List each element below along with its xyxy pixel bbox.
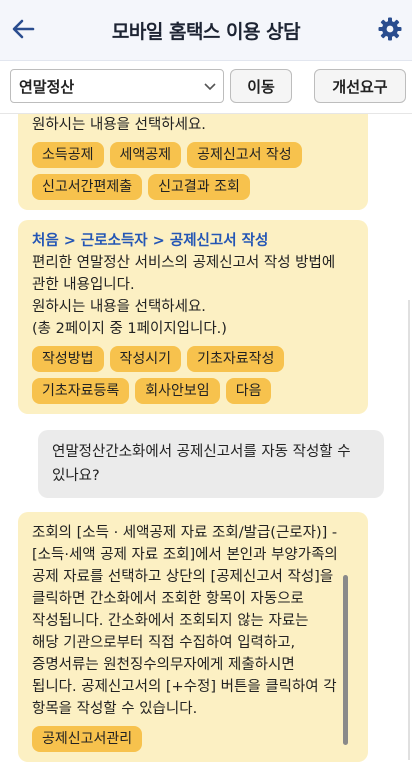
quick-reply-chip[interactable]: 공제신고서 작성 — [187, 142, 302, 168]
page-scroll-track[interactable] — [408, 300, 410, 760]
improvement-request-button[interactable]: 개선요구 — [314, 69, 406, 103]
category-select-value: 연말정산 — [19, 77, 75, 96]
chat-area[interactable]: 원하시는 내용을 선택하세요. 소득공제 세액공제 공제신고서 작성 신고서간편… — [0, 114, 412, 780]
quick-reply-chip[interactable]: 작성방법 — [32, 346, 104, 372]
gear-icon[interactable] — [378, 17, 402, 41]
message-scrollbar[interactable] — [343, 575, 348, 745]
quick-reply-chip[interactable]: 신고서간편제출 — [32, 174, 143, 200]
toolbar: 연말정산 이동 개선요구 — [0, 61, 412, 114]
move-button[interactable]: 이동 — [230, 69, 292, 103]
quick-reply-list: 작성방법 작성시기 기초자료작성 기초자료등록 회사안보임 다음 — [32, 346, 354, 404]
message-line: 연말정산간소화에서 공제신고서를 자동 작성할 수 — [52, 444, 351, 460]
message-line: 원하시는 내용을 선택하세요. — [32, 299, 206, 315]
quick-reply-chip[interactable]: 소득공제 — [32, 142, 104, 168]
quick-reply-chip[interactable]: 공제신고서관리 — [32, 726, 143, 752]
message-line: 작성됩니다. 간소화에서 조회되지 않는 자료는 — [32, 613, 309, 629]
message-line: 증명서류는 원천징수의무자에게 제출하시면 — [32, 657, 295, 673]
next-page-chip[interactable]: 다음 — [225, 378, 272, 404]
bot-message: 처음 > 근로소득자 > 공제신고서 작성 편리한 연말정산 서비스의 공제신고… — [18, 220, 368, 414]
message-line: (총 2페이지 중 1페이지입니다.) — [32, 321, 227, 337]
message-line: 조회의 [소득 · 세액공제 자료 조회/발급(근로자)] - — [32, 525, 338, 541]
message-line: 공제 자료를 선택하고 상단의 [공제신고서 작성]을 — [32, 569, 334, 585]
bot-message: 조회의 [소득 · 세액공제 자료 조회/발급(근로자)] - [소득·세액 공… — [18, 512, 368, 762]
message-line: 있나요? — [52, 468, 100, 484]
app-header: 모바일 홈택스 이용 상담 — [0, 0, 412, 61]
chevron-down-icon — [203, 79, 217, 93]
message-line: [소득·세액 공제 자료 조회]에서 본인과 부양가족의 — [32, 547, 338, 563]
page-title: 모바일 홈택스 이용 상담 — [111, 20, 301, 43]
message-line: 클릭하면 간소화에서 조회한 항목이 자동으로 — [32, 591, 304, 607]
bot-prompt-text: 원하시는 내용을 선택하세요. — [32, 117, 206, 133]
message-line: 됩니다. 공제신고서의 [+수정] 버튼을 클릭하여 각 — [32, 679, 337, 695]
message-line: 편리한 연말정산 서비스의 공제신고서 작성 방법에 — [32, 255, 336, 271]
breadcrumb: 처음 > 근로소득자 > 공제신고서 작성 — [32, 233, 269, 249]
back-arrow-icon[interactable] — [10, 16, 36, 42]
quick-reply-list: 공제신고서관리 — [32, 726, 354, 752]
bot-message: 원하시는 내용을 선택하세요. 소득공제 세액공제 공제신고서 작성 신고서간편… — [18, 114, 368, 210]
quick-reply-chip[interactable]: 신고결과 조회 — [148, 174, 250, 200]
user-message: 연말정산간소화에서 공제신고서를 자동 작성할 수 있나요? — [38, 430, 384, 498]
quick-reply-list: 소득공제 세액공제 공제신고서 작성 신고서간편제출 신고결과 조회 — [32, 142, 354, 200]
message-line: 항목을 작성할 수 있습니다. — [32, 701, 198, 717]
message-line: 해당 기관으로부터 직접 수집하여 입력하고, — [32, 635, 296, 651]
quick-reply-chip[interactable]: 회사안보임 — [135, 378, 220, 404]
quick-reply-chip[interactable]: 기초자료등록 — [32, 378, 130, 404]
category-select[interactable]: 연말정산 — [10, 69, 224, 103]
quick-reply-chip[interactable]: 세액공제 — [109, 142, 182, 168]
quick-reply-chip[interactable]: 작성시기 — [109, 346, 182, 372]
message-line: 관한 내용입니다. — [32, 277, 135, 293]
quick-reply-chip[interactable]: 기초자료작성 — [187, 346, 285, 372]
